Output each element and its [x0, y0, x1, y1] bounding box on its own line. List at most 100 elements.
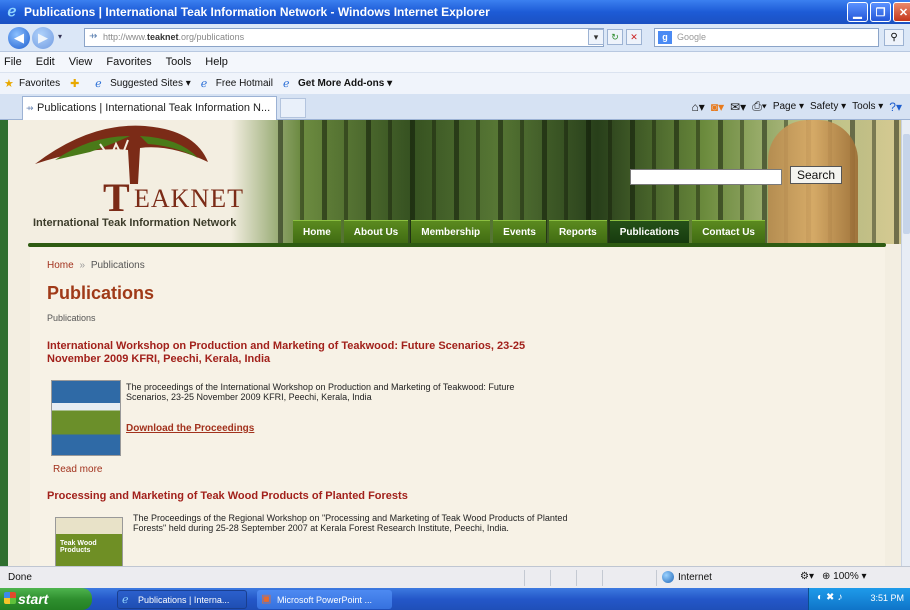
vertical-scrollbar[interactable] [901, 120, 910, 566]
address-input[interactable]: ⇸ http://www.teaknet.org/publications [84, 28, 604, 47]
site-search-button[interactable]: Search [790, 166, 842, 184]
menu-tools[interactable]: Tools [166, 56, 192, 68]
address-toolbar: ◀ ▶ ▾ ⇸ http://www.teaknet.org/publicati… [0, 24, 910, 52]
page-favicon: ⇸ [89, 31, 98, 42]
article-title-link[interactable]: Processing and Marketing of Teak Wood Pr… [47, 490, 567, 503]
restore-button[interactable]: ❐ [870, 2, 891, 22]
logo-subtitle: International Teak Information Network [33, 217, 237, 229]
web-content: T EAKNET International Teak Information … [8, 120, 901, 566]
tools-menu[interactable]: Tools ▾ [852, 101, 883, 112]
nav-publications[interactable]: Publications [609, 220, 690, 244]
refresh-icon[interactable]: ↻ [607, 29, 623, 45]
globe-icon [662, 571, 674, 583]
ie-icon: ℯ [7, 3, 17, 20]
breadcrumb-home-link[interactable]: Home [47, 260, 74, 271]
security-zone: Internet [662, 571, 712, 583]
print-icon[interactable]: ⎙▾ [752, 99, 767, 114]
search-go-icon[interactable]: ⚲ [884, 29, 904, 46]
suggested-sites-link[interactable]: ℯ Suggested Sites ▾ [95, 78, 191, 90]
tab-bar: ⇸ Publications | International Teak Info… [0, 94, 910, 120]
article-summary: The proceedings of the International Wor… [126, 382, 515, 402]
page-left-edge [0, 120, 8, 566]
site-header: T EAKNET International Teak Information … [8, 120, 901, 244]
article-title-link[interactable]: International Workshop on Production and… [47, 340, 567, 366]
powerpoint-icon: ▣ [261, 593, 272, 605]
volume-icon[interactable]: ♪ [837, 592, 842, 603]
page-subtitle: Publications [47, 313, 96, 323]
nav-reports[interactable]: Reports [548, 220, 607, 244]
menu-favorites[interactable]: Favorites [106, 56, 151, 68]
nav-events[interactable]: Events [493, 220, 546, 244]
download-proceedings-link[interactable]: Download the Proceedings [126, 423, 254, 434]
get-addons-link[interactable]: ℯ Get More Add-ons ▾ [283, 78, 392, 90]
nav-membership[interactable]: Membership [411, 220, 491, 244]
menu-view[interactable]: View [69, 56, 93, 68]
tab-publications[interactable]: ⇸ Publications | International Teak Info… [22, 96, 277, 120]
taskbar-item-powerpoint[interactable]: ▣ Microsoft PowerPoint ... [257, 590, 392, 609]
menu-bar: File Edit View Favorites Tools Help [0, 52, 910, 72]
menu-edit[interactable]: Edit [36, 56, 55, 68]
free-hotmail-link[interactable]: ℯ Free Hotmail [201, 78, 273, 90]
breadcrumb-current: Publications [90, 260, 145, 271]
start-button[interactable]: start [0, 588, 92, 610]
menu-help[interactable]: Help [205, 56, 228, 68]
stop-icon[interactable]: ✕ [626, 29, 642, 45]
add-favorite-button[interactable]: ✚ [70, 78, 85, 90]
logo-letter: T [103, 175, 130, 220]
status-text: Done [8, 572, 32, 583]
home-icon[interactable]: ⌂▾ [692, 100, 705, 114]
google-icon: g [658, 31, 672, 44]
tray-icons: ◐ ✖ ♪ [817, 592, 842, 603]
nav-contact-us[interactable]: Contact Us [692, 220, 765, 244]
ie-icon: ℯ [95, 77, 102, 90]
search-input[interactable]: g Google [654, 28, 879, 47]
page-menu[interactable]: Page ▾ [773, 101, 804, 112]
scrollbar-thumb[interactable] [903, 134, 910, 234]
history-dropdown-icon[interactable]: ▾ [58, 32, 62, 41]
ie-icon: ℯ [200, 77, 208, 90]
system-tray: ◐ ✖ ♪ 3:51 PM [808, 588, 910, 610]
command-bar: ⌂▾ ◙▾ ✉▾ ⎙▾ Page ▾ Safety ▾ Tools ▾ ?▾ [692, 99, 902, 114]
forward-button[interactable]: ▶ [32, 27, 54, 49]
protected-mode-icon[interactable]: ⚙▾ [800, 571, 814, 582]
site-search-input[interactable] [630, 169, 782, 185]
help-icon[interactable]: ?▾ [889, 100, 902, 114]
status-divider [550, 570, 551, 586]
mail-icon[interactable]: ✉▾ [730, 100, 746, 114]
status-divider [602, 570, 603, 586]
proceedings-cover-image[interactable]: Teak Wood Products [55, 517, 123, 566]
new-tab-button[interactable] [280, 98, 306, 118]
back-button[interactable]: ◀ [8, 27, 30, 49]
breadcrumb-separator: » [79, 260, 86, 271]
logo-text: EAKNET [134, 184, 244, 213]
menu-file[interactable]: File [4, 56, 22, 68]
zoom-control[interactable]: ⊕ 100% ▾ [822, 571, 867, 582]
nav-about-us[interactable]: About Us [343, 220, 409, 244]
network-icon[interactable]: ◐ [817, 592, 823, 603]
taskbar: start ℯ Publications | Interna... ▣ Micr… [0, 588, 910, 610]
safety-menu[interactable]: Safety ▾ [810, 101, 846, 112]
status-divider [576, 570, 577, 586]
proceedings-cover-image[interactable] [51, 380, 121, 456]
ie-icon: ℯ [122, 594, 129, 606]
window-title: Publications | International Teak Inform… [24, 5, 490, 19]
status-bar: Done Internet ⚙▾ ⊕ 100% ▾ [0, 566, 910, 588]
breadcrumb: Home » Publications [47, 260, 145, 271]
feeds-icon[interactable]: ◙▾ [711, 100, 724, 114]
taskbar-item-ie[interactable]: ℯ Publications | Interna... [117, 590, 247, 609]
antivirus-icon[interactable]: ✖ [826, 592, 834, 603]
address-dropdown-icon[interactable]: ▾ [588, 29, 604, 45]
nav-home[interactable]: Home [293, 220, 341, 244]
browser-window: ℯ Publications | International Teak Info… [0, 0, 910, 610]
window-controls: ▁ ❐ ✕ [847, 2, 910, 22]
favorites-bar: ★ Favorites ✚ ℯ Suggested Sites ▾ ℯ Free… [0, 72, 910, 94]
minimize-button[interactable]: ▁ [847, 2, 868, 22]
windows-logo-icon [4, 592, 16, 604]
main-content: Home » Publications Publications Publica… [30, 247, 885, 566]
favorites-button[interactable]: ★ Favorites [4, 78, 60, 90]
page-title: Publications [47, 283, 155, 303]
article-summary: The Proceedings of the Regional Workshop… [133, 513, 568, 533]
add-favorite-icon: ✚ [70, 77, 80, 90]
read-more-link[interactable]: Read more [53, 464, 102, 475]
close-button[interactable]: ✕ [893, 2, 910, 22]
